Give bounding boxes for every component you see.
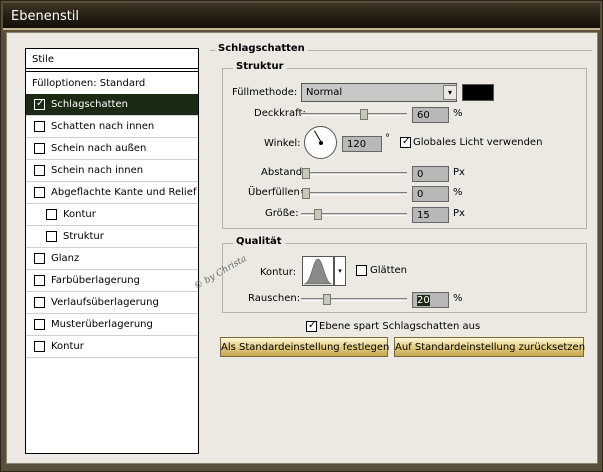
opacity-unit: % xyxy=(453,108,463,119)
style-item-label: Glanz xyxy=(51,253,80,264)
spread-label: Überfüllen: xyxy=(248,187,304,198)
noise-slider-thumb[interactable] xyxy=(323,294,331,305)
angle-dial[interactable] xyxy=(304,126,337,159)
layer-style-window: Ebenenstil Stile Fülloptionen: Standard … xyxy=(0,0,603,472)
style-item-label: Abgeflachte Kante und Relief xyxy=(51,187,197,198)
global-light-checkbox[interactable]: ✓ xyxy=(400,136,411,148)
angle-input[interactable]: 120 xyxy=(342,136,382,152)
style-item-checkbox[interactable] xyxy=(34,143,45,154)
opacity-slider[interactable] xyxy=(301,109,407,120)
style-item-checkbox[interactable] xyxy=(34,165,45,176)
shadow-color-swatch[interactable] xyxy=(462,84,494,101)
reset-default-button[interactable]: Auf Standardeinstellung zurücksetzen xyxy=(394,337,585,357)
blending-options-item[interactable]: Fülloptionen: Standard xyxy=(26,71,198,94)
antialias-label: Glätten xyxy=(370,265,407,276)
distance-input[interactable]: 0 xyxy=(412,166,449,182)
knockout-label: Ebene spart Schlagschatten aus xyxy=(319,321,481,332)
spread-unit: % xyxy=(453,187,463,198)
size-unit: Px xyxy=(453,208,465,219)
style-item-checkbox[interactable] xyxy=(34,319,45,330)
style-item[interactable]: ✓ Schlagschatten xyxy=(26,94,198,116)
knockout-checkbox[interactable]: ✓ xyxy=(306,320,317,332)
fill-method-value: Normal xyxy=(306,87,343,98)
distance-slider-thumb[interactable] xyxy=(302,168,310,179)
spread-input[interactable]: 0 xyxy=(412,186,449,202)
contour-curve-icon xyxy=(303,258,333,285)
contour-dropdown-arrow[interactable]: ▾ xyxy=(334,256,346,286)
chevron-down-icon[interactable]: ▾ xyxy=(443,85,457,100)
style-item[interactable]: Glanz xyxy=(26,248,198,270)
style-item-label: Kontur xyxy=(63,209,96,220)
style-item-checkbox[interactable] xyxy=(34,187,45,198)
noise-slider[interactable] xyxy=(301,294,407,305)
style-item-checkbox[interactable] xyxy=(46,231,57,242)
drop-shadow-title: Schlagschatten xyxy=(215,43,308,54)
style-item[interactable]: Verlaufsüberlagerung xyxy=(26,292,198,314)
opacity-input[interactable]: 60 xyxy=(412,107,449,123)
style-item-checkbox[interactable] xyxy=(34,275,45,286)
noise-input[interactable]: 20 xyxy=(412,292,449,308)
contour-preview[interactable] xyxy=(302,256,334,286)
contour-label: Kontur: xyxy=(260,267,297,278)
quality-title: Qualität xyxy=(233,236,285,247)
title-bar[interactable]: Ebenenstil xyxy=(3,3,600,30)
fill-method-select[interactable]: Normal ▾ xyxy=(301,83,457,102)
style-item-label: Verlaufsüberlagerung xyxy=(51,297,159,308)
style-item[interactable]: Musterüberlagerung xyxy=(26,314,198,336)
check-icon: ✓ xyxy=(36,98,45,109)
style-item-label: Schlagschatten xyxy=(51,99,128,110)
check-icon: ✓ xyxy=(402,136,411,147)
distance-slider[interactable] xyxy=(301,168,407,179)
style-item-checkbox[interactable] xyxy=(34,297,45,308)
style-item[interactable]: Kontur xyxy=(26,336,198,358)
antialias-checkbox[interactable] xyxy=(356,265,367,276)
size-label: Größe: xyxy=(265,208,299,219)
style-item-checkbox[interactable] xyxy=(34,121,45,132)
size-input[interactable]: 15 xyxy=(412,207,449,223)
style-item[interactable]: Schein nach innen xyxy=(26,160,198,182)
global-light-label: Globales Licht verwenden xyxy=(413,137,543,148)
style-item[interactable]: Kontur xyxy=(26,204,198,226)
size-slider-thumb[interactable] xyxy=(314,209,322,220)
fill-method-label: Füllmethode: xyxy=(232,87,298,98)
styles-list: Stile Fülloptionen: Standard ✓ Schlagscha… xyxy=(25,48,199,454)
style-item-label: Kontur xyxy=(51,341,84,352)
style-item-checkbox[interactable] xyxy=(46,209,57,220)
style-item-label: Schatten nach innen xyxy=(51,121,155,132)
opacity-slider-thumb[interactable] xyxy=(360,109,368,120)
style-item[interactable]: Struktur xyxy=(26,226,198,248)
style-item-label: Schein nach innen xyxy=(51,165,144,176)
opacity-label: Deckkraft: xyxy=(254,108,306,119)
style-item-checkbox[interactable] xyxy=(34,253,45,264)
distance-unit: Px xyxy=(453,167,465,178)
angle-label: Winkel: xyxy=(264,138,301,149)
noise-value: 20 xyxy=(417,295,430,306)
noise-unit: % xyxy=(453,293,463,304)
spread-slider-thumb[interactable] xyxy=(302,188,310,199)
noise-label: Rauschen: xyxy=(248,293,301,304)
style-item[interactable]: Schein nach außen xyxy=(26,138,198,160)
styles-header[interactable]: Stile xyxy=(26,49,198,69)
check-icon: ✓ xyxy=(308,320,317,331)
style-item-label: Farbüberlagerung xyxy=(51,275,140,286)
style-item-checkbox[interactable] xyxy=(34,341,45,352)
style-item-label: Musterüberlagerung xyxy=(51,319,153,330)
style-item-checkbox[interactable]: ✓ xyxy=(34,98,45,110)
set-default-button[interactable]: Als Standardeinstellung festlegen xyxy=(220,337,389,357)
dialog-body: Stile Fülloptionen: Standard ✓ Schlagscha… xyxy=(6,32,598,464)
spread-slider[interactable] xyxy=(301,188,407,199)
angle-unit: ° xyxy=(385,133,390,144)
structure-title: Struktur xyxy=(233,61,287,72)
style-item-label: Schein nach außen xyxy=(51,143,147,154)
distance-label: Abstand: xyxy=(261,167,306,178)
angle-center xyxy=(319,141,323,145)
style-item[interactable]: Farbüberlagerung xyxy=(26,270,198,292)
window-title: Ebenenstil xyxy=(11,9,80,24)
style-item-label: Struktur xyxy=(63,231,104,242)
style-item[interactable]: Abgeflachte Kante und Relief xyxy=(26,182,198,204)
size-slider[interactable] xyxy=(301,209,407,220)
style-item[interactable]: Schatten nach innen xyxy=(26,116,198,138)
